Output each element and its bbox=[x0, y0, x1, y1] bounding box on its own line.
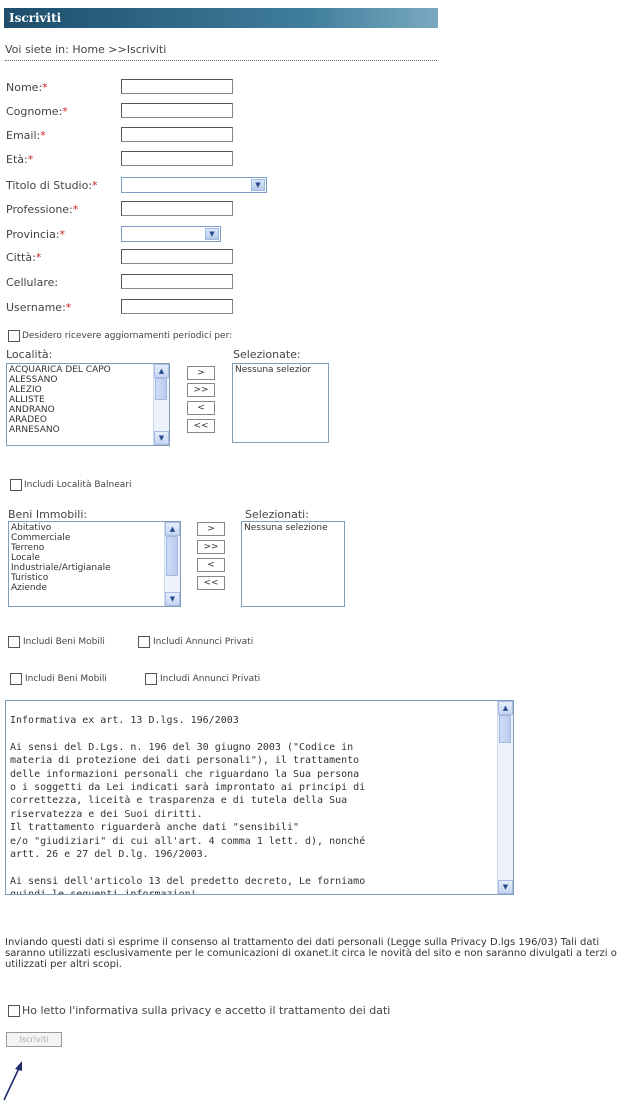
updates-checkbox-label: Desidero ricevere aggiornamenti periodic… bbox=[22, 331, 233, 341]
updates-checkbox[interactable] bbox=[8, 330, 20, 342]
eta-label: Età:* bbox=[6, 153, 34, 166]
localita-label: Località: bbox=[6, 348, 53, 361]
username-input[interactable] bbox=[121, 299, 233, 314]
scroll-down-icon[interactable]: ▼ bbox=[165, 592, 180, 606]
beni-option[interactable]: Industriale/Artigianale bbox=[11, 563, 164, 573]
privacy-accept-checkbox[interactable] bbox=[8, 1005, 20, 1017]
beni-list[interactable]: Abitativo Commerciale Terreno Locale Industr… bbox=[8, 521, 181, 607]
citta-label: Città:* bbox=[6, 251, 42, 264]
beni-option[interactable]: Terreno bbox=[11, 543, 164, 553]
beni-add-button[interactable]: > bbox=[197, 522, 225, 536]
localita-option[interactable]: ALLISTE bbox=[9, 395, 153, 405]
localita-remove-all-button[interactable]: << bbox=[187, 419, 215, 433]
provincia-select[interactable]: ▼ bbox=[121, 226, 221, 242]
annunci-privati-checkbox[interactable] bbox=[138, 636, 150, 648]
submit-button[interactable]: Iscriviti bbox=[6, 1032, 62, 1047]
email-label: Email:* bbox=[6, 129, 46, 142]
scroll-thumb[interactable] bbox=[155, 378, 167, 400]
consent-text: Inviando questi dati si esprime il conse… bbox=[5, 937, 617, 970]
beni-mobili-checkbox-label: Includi Beni Mobili bbox=[23, 637, 105, 647]
localita-option[interactable]: ANDRANO bbox=[9, 405, 153, 415]
beni-add-all-button[interactable]: >> bbox=[197, 540, 225, 554]
provincia-label: Provincia:* bbox=[6, 228, 66, 241]
scroll-up-icon[interactable]: ▲ bbox=[154, 364, 169, 378]
titolo-studio-select[interactable]: ▼ bbox=[121, 177, 267, 193]
professione-label: Professione:* bbox=[6, 203, 79, 216]
localita-scrollbar[interactable]: ▲ ▼ bbox=[153, 364, 169, 445]
beni-mobili-checkbox-2[interactable] bbox=[10, 673, 22, 685]
chevron-down-icon[interactable]: ▼ bbox=[205, 228, 219, 240]
nome-label: Nome:* bbox=[6, 81, 48, 94]
privacy-text: Informativa ex art. 13 D.lgs. 196/2003 A… bbox=[10, 715, 366, 895]
username-label: Username:* bbox=[6, 301, 72, 314]
privacy-accept-label: Ho letto l'informativa sulla privacy e a… bbox=[22, 1004, 391, 1017]
eta-input[interactable] bbox=[121, 151, 233, 166]
page-title: Iscriviti bbox=[9, 11, 62, 25]
nome-input[interactable] bbox=[121, 79, 233, 94]
beni-remove-button[interactable]: < bbox=[197, 558, 225, 572]
breadcrumb: Voi siete in: Home >>Iscriviti bbox=[5, 43, 437, 61]
cognome-label: Cognome:* bbox=[6, 105, 68, 118]
citta-input[interactable] bbox=[121, 249, 233, 264]
beni-option[interactable]: Turistico bbox=[11, 573, 164, 583]
cognome-input[interactable] bbox=[121, 103, 233, 118]
pointer-arrow-icon bbox=[3, 1061, 22, 1101]
scroll-thumb[interactable] bbox=[166, 536, 178, 576]
beni-option[interactable]: Abitativo bbox=[11, 523, 164, 533]
localita-add-button[interactable]: > bbox=[187, 366, 215, 380]
localita-option[interactable]: ARADEO bbox=[9, 415, 153, 425]
scroll-up-icon[interactable]: ▲ bbox=[498, 701, 513, 715]
localita-remove-button[interactable]: < bbox=[187, 401, 215, 415]
beni-label: Beni Immobili: bbox=[8, 508, 88, 521]
annunci-privati-checkbox-label-2: Includi Annunci Privati bbox=[160, 674, 261, 684]
annunci-privati-checkbox-label: Includi Annunci Privati bbox=[153, 637, 254, 647]
scroll-down-icon[interactable]: ▼ bbox=[154, 431, 169, 445]
annunci-privati-checkbox-2[interactable] bbox=[145, 673, 157, 685]
beni-remove-all-button[interactable]: << bbox=[197, 576, 225, 590]
chevron-down-icon[interactable]: ▼ bbox=[251, 179, 265, 191]
localita-option[interactable]: ALEZIO bbox=[9, 385, 153, 395]
localita-selected-list[interactable]: Nessuna selezior bbox=[232, 363, 329, 443]
beni-mobili-checkbox[interactable] bbox=[8, 636, 20, 648]
localita-add-all-button[interactable]: >> bbox=[187, 383, 215, 397]
beni-scrollbar[interactable]: ▲ ▼ bbox=[164, 522, 180, 606]
balneari-checkbox-label: Includi Località Balneari bbox=[24, 480, 132, 490]
email-input[interactable] bbox=[121, 127, 233, 142]
privacy-scrollbar[interactable]: ▲ ▼ bbox=[497, 701, 513, 894]
beni-selected-label: Selezionati: bbox=[245, 508, 309, 521]
beni-option[interactable]: Aziende bbox=[11, 583, 164, 593]
localita-option[interactable]: ALESSANO bbox=[9, 375, 153, 385]
localita-option[interactable]: ARNESANO bbox=[9, 425, 153, 435]
localita-list[interactable]: ACQUARICA DEL CAPO ALESSANO ALEZIO ALLISTE A… bbox=[6, 363, 170, 446]
page-header: Iscriviti bbox=[4, 8, 438, 28]
balneari-checkbox[interactable] bbox=[10, 479, 22, 491]
privacy-textarea[interactable]: Informativa ex art. 13 D.lgs. 196/2003 A… bbox=[5, 700, 514, 895]
professione-input[interactable] bbox=[121, 201, 233, 216]
beni-option[interactable]: Commerciale bbox=[11, 533, 164, 543]
beni-selected-list[interactable]: Nessuna selezione bbox=[241, 521, 345, 607]
titolo-studio-label: Titolo di Studio:* bbox=[6, 179, 98, 192]
localita-selected-label: Selezionate: bbox=[233, 348, 301, 361]
cellulare-label: Cellulare: bbox=[6, 276, 59, 289]
beni-option[interactable]: Locale bbox=[11, 553, 164, 563]
scroll-up-icon[interactable]: ▲ bbox=[165, 522, 180, 536]
localita-option[interactable]: ACQUARICA DEL CAPO bbox=[9, 365, 153, 375]
scroll-thumb[interactable] bbox=[499, 715, 511, 743]
scroll-down-icon[interactable]: ▼ bbox=[498, 880, 513, 894]
beni-selected-placeholder: Nessuna selezione bbox=[244, 523, 328, 533]
beni-mobili-checkbox-label-2: Includi Beni Mobili bbox=[25, 674, 107, 684]
localita-selected-placeholder: Nessuna selezior bbox=[235, 365, 312, 375]
cellulare-input[interactable] bbox=[121, 274, 233, 289]
